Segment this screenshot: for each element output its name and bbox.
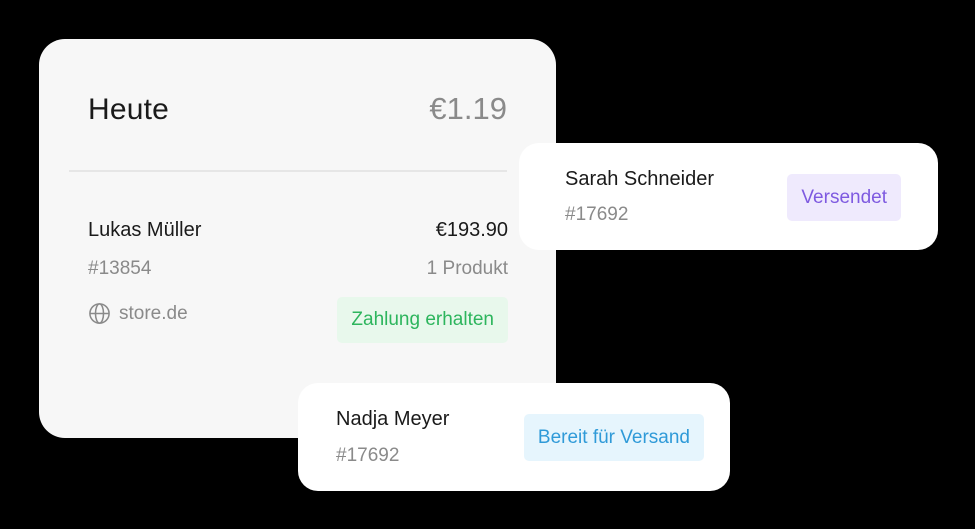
store-link[interactable]: store.de bbox=[88, 302, 188, 325]
customer-name: Sarah Schneider bbox=[565, 168, 714, 190]
status-badge: Zahlung erhalten bbox=[337, 297, 508, 343]
customer-name: Lukas Müller bbox=[88, 219, 202, 241]
status-badge: Versendet bbox=[787, 174, 901, 221]
store-domain: store.de bbox=[119, 302, 188, 324]
order-amount: €193.90 bbox=[435, 219, 508, 241]
globe-icon bbox=[88, 302, 111, 325]
order-card-sarah[interactable]: Sarah Schneider #17692 Versendet bbox=[519, 143, 938, 250]
page-title: Heute bbox=[88, 93, 170, 126]
product-count: 1 Produkt bbox=[426, 258, 508, 279]
order-number: #13854 bbox=[88, 258, 152, 279]
orders-card: Heute €1.19 Lukas Müller €193.90 #13854 … bbox=[39, 39, 556, 438]
order-number: #17692 bbox=[336, 445, 400, 466]
order-number: #17692 bbox=[565, 204, 629, 225]
divider bbox=[69, 170, 507, 172]
customer-name: Nadja Meyer bbox=[336, 408, 450, 430]
daily-total: €1.19 bbox=[429, 91, 507, 126]
order-card-nadja[interactable]: Nadja Meyer #17692 Bereit für Versand bbox=[298, 383, 730, 491]
status-badge: Bereit für Versand bbox=[523, 414, 704, 461]
